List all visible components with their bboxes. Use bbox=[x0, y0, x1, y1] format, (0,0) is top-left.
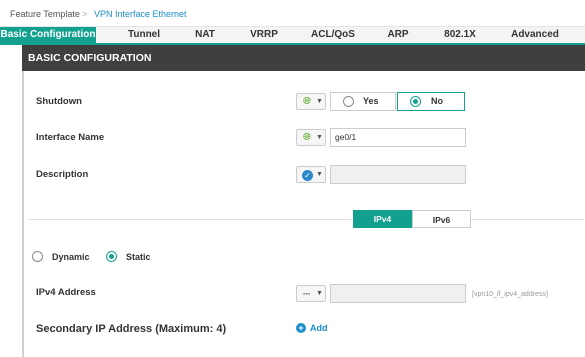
description-input[interactable] bbox=[330, 165, 466, 184]
description-label: Description bbox=[36, 169, 89, 180]
interface-name-label: Interface Name bbox=[36, 132, 105, 143]
tab-advanced[interactable]: Advanced bbox=[503, 27, 567, 43]
globe-icon: 🌐︎ bbox=[303, 96, 311, 107]
ipv4-address-input[interactable] bbox=[330, 284, 466, 303]
tab-802-1x[interactable]: 802.1X bbox=[436, 27, 484, 43]
globe-icon: 🌐︎ bbox=[303, 132, 311, 143]
shutdown-option-no[interactable]: No bbox=[397, 92, 465, 111]
description-scope-dropdown[interactable]: ✓ ▼ bbox=[296, 166, 326, 183]
ipv4-address-variable-hint: [vpn10_if_ipv4_address] bbox=[472, 291, 548, 298]
section-divider bbox=[28, 219, 585, 220]
chevron-down-icon: ▼ bbox=[316, 290, 323, 297]
shutdown-no-radio[interactable] bbox=[410, 96, 421, 107]
interface-name-input[interactable]: ge0/1 bbox=[330, 128, 466, 147]
shutdown-no-label: No bbox=[431, 96, 443, 106]
tab-vrrp[interactable]: VRRP bbox=[242, 27, 286, 43]
check-circle-icon: ✓ bbox=[302, 170, 313, 181]
secondary-ip-label: Secondary IP Address (Maximum: 4) bbox=[36, 323, 227, 335]
tab-acl-qos[interactable]: ACL/QoS bbox=[305, 27, 361, 43]
shutdown-yes-label: Yes bbox=[363, 96, 379, 106]
breadcrumb-root[interactable]: Feature Template bbox=[10, 9, 80, 19]
shutdown-yes-radio[interactable] bbox=[343, 96, 354, 107]
device-icon: ⎓ bbox=[303, 289, 311, 299]
add-label: Add bbox=[310, 323, 328, 333]
chevron-down-icon: ▼ bbox=[316, 134, 323, 141]
ipv4-toggle[interactable]: IPv4 bbox=[353, 210, 412, 228]
breadcrumb-current[interactable]: VPN Interface Ethernet bbox=[94, 9, 187, 19]
breadcrumb: Feature Template > VPN Interface Etherne… bbox=[0, 0, 585, 27]
tab-bar: Basic Configuration Tunnel NAT VRRP ACL/… bbox=[0, 27, 585, 45]
static-radio[interactable] bbox=[106, 251, 117, 262]
static-label: Static bbox=[126, 252, 151, 262]
tab-nat[interactable]: NAT bbox=[185, 27, 225, 43]
interface-name-scope-dropdown[interactable]: 🌐︎ ▼ bbox=[296, 129, 326, 146]
breadcrumb-separator: > bbox=[82, 9, 88, 19]
ipv4-address-label: IPv4 Address bbox=[36, 287, 96, 298]
dynamic-label: Dynamic bbox=[52, 252, 90, 262]
chevron-down-icon: ▼ bbox=[316, 98, 323, 105]
tab-arp[interactable]: ARP bbox=[380, 27, 416, 43]
add-secondary-ip-button[interactable]: + Add bbox=[296, 323, 328, 333]
shutdown-label: Shutdown bbox=[36, 96, 82, 107]
plus-icon: + bbox=[296, 323, 306, 333]
section-title: BASIC CONFIGURATION bbox=[22, 45, 585, 71]
ipv4-address-scope-dropdown[interactable]: ⎓ ▼ bbox=[296, 285, 326, 302]
shutdown-scope-dropdown[interactable]: 🌐︎ ▼ bbox=[296, 93, 326, 110]
dynamic-radio[interactable] bbox=[32, 251, 43, 262]
shutdown-option-yes[interactable]: Yes bbox=[330, 92, 396, 111]
section-rail bbox=[22, 71, 24, 357]
tab-basic-configuration[interactable]: Basic Configuration bbox=[0, 27, 96, 43]
ipv6-toggle[interactable]: IPv6 bbox=[412, 210, 471, 228]
tab-tunnel[interactable]: Tunnel bbox=[116, 27, 172, 43]
chevron-down-icon: ▼ bbox=[316, 171, 323, 178]
